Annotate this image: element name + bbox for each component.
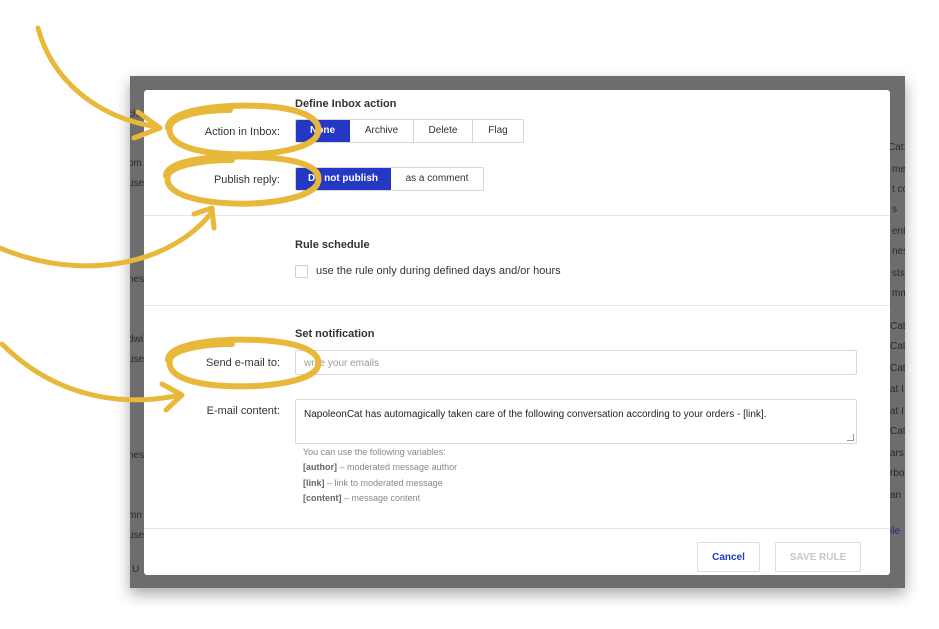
highlight-ellipse bbox=[165, 102, 322, 158]
annotation-arrow bbox=[0, 209, 215, 269]
highlight-ellipse bbox=[163, 153, 322, 207]
highlight-ellipse bbox=[165, 336, 322, 390]
annotation-arrow bbox=[35, 25, 155, 129]
annotation-arrow bbox=[0, 341, 179, 403]
annotation-overlay bbox=[0, 25, 322, 413]
